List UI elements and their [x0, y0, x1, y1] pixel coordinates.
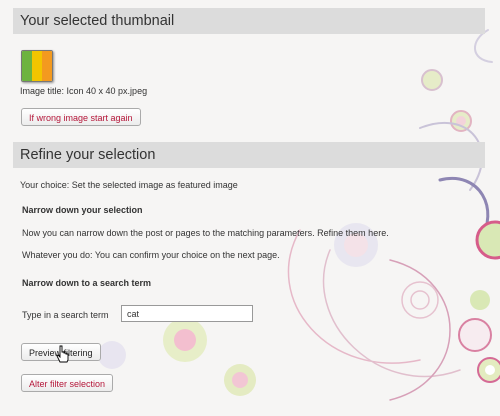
image-title: Image title: Icon 40 x 40 px.jpeg — [20, 86, 148, 96]
thumbnail-section: Your selected thumbnail Image title: Ico… — [13, 8, 485, 133]
search-label: Type in a search term — [22, 310, 109, 320]
search-heading: Narrow down to a search term — [22, 278, 152, 288]
section-header-thumbnail: Your selected thumbnail — [13, 8, 485, 34]
narrow-heading: Narrow down your selection — [22, 205, 143, 215]
thumbnail-image — [21, 50, 53, 82]
search-input[interactable]: cat — [121, 305, 253, 322]
choice-text: Your choice: Set the selected image as f… — [20, 180, 238, 190]
narrow-description: Now you can narrow down the post or page… — [22, 228, 389, 238]
confirm-description: Whatever you do: You can confirm your ch… — [22, 250, 280, 260]
hand-pointer-cursor — [56, 345, 69, 363]
alter-filter-button[interactable]: Alter filter selection — [21, 374, 114, 392]
refine-section: Refine your selection Your choice: Set t… — [13, 142, 485, 402]
section-header-refine: Refine your selection — [13, 142, 485, 168]
restart-button[interactable]: If wrong image start again — [21, 108, 141, 126]
